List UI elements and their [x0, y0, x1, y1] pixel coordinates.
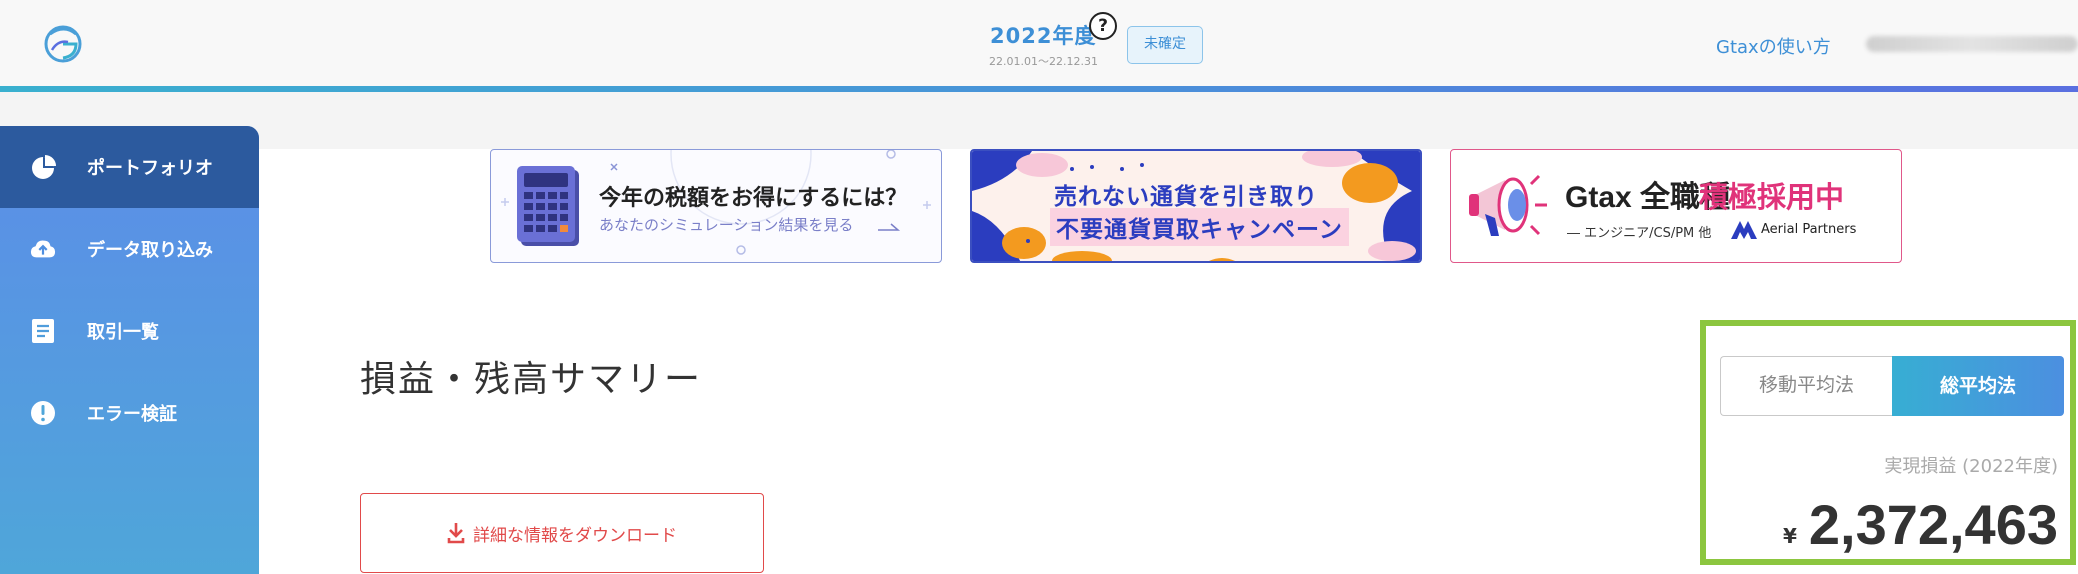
banner-title: 売れない通貨を引き取り [1054, 184, 1318, 210]
sidebar-item-label: ポートフォリオ [87, 158, 213, 179]
sidebar-item-error-check[interactable]: エラー検証 [0, 372, 259, 454]
fiscal-year-selector[interactable]: 2022年度 [990, 20, 1096, 50]
sidebar-item-label: データ取り込み [87, 240, 213, 261]
header-strip [0, 92, 2078, 149]
sidebar-item-label: 取引一覧 [87, 322, 159, 343]
help-icon[interactable]: ? [1089, 12, 1117, 40]
method-moving-average-button[interactable]: 移動平均法 [1720, 356, 1892, 416]
exclamation-icon [30, 400, 56, 426]
sidebar-item-transactions[interactable]: 取引一覧 [0, 290, 259, 372]
sidebar-item-label: エラー検証 [87, 404, 177, 425]
sidebar: ポートフォリオ データ取り込み 取引一覧 エラー検証 [0, 126, 259, 574]
banner-partner: Aerial Partners [1761, 222, 1857, 237]
aerial-partners-logo-icon [1731, 221, 1757, 239]
banner-roles: ― エンジニア/CS/PM 他 [1567, 226, 1712, 241]
cloud-upload-icon [30, 236, 56, 262]
howto-link[interactable]: Gtaxの使い方 [1716, 33, 1831, 59]
banner-subtitle: あなたのシミュレーション結果を見る [599, 216, 854, 234]
currency-symbol: ¥ [1783, 524, 1797, 548]
list-document-icon [30, 318, 56, 344]
status-badge[interactable]: 未確定 [1127, 26, 1203, 64]
fiscal-period: 22.01.01〜22.12.31 [989, 55, 1098, 68]
method-total-average-button[interactable]: 総平均法 [1892, 356, 2064, 416]
pie-chart-icon [30, 154, 56, 180]
top-header: 2022年度 ? 22.01.01〜22.12.31 未確定 Gtaxの使い方 [0, 0, 2078, 86]
page-title: 損益・残高サマリー [360, 359, 703, 400]
banner-recruiting[interactable]: Gtax 全職種 積極採用中 ― エンジニア/CS/PM 他 Aerial Pa… [1450, 149, 1902, 263]
download-icon [447, 523, 465, 544]
megaphone-icon [1469, 174, 1547, 236]
user-email-redacted[interactable] [1866, 36, 2078, 52]
calculator-icon [517, 166, 579, 246]
realized-pnl-label: 実現損益 (2022年度) [1884, 456, 2058, 477]
download-details-button[interactable]: 詳細な情報をダウンロード [360, 493, 764, 573]
banner-subtitle: 不要通貨買取キャンペーン [1050, 208, 1349, 246]
banner-currency-buyback[interactable]: 売れない通貨を引き取り 不要通貨買取キャンペーン [970, 149, 1422, 263]
banner-highlight: 積極採用中 [1699, 180, 1845, 214]
sidebar-item-portfolio[interactable]: ポートフォリオ [0, 126, 259, 208]
banner-title: 今年の税額をお得にするには？ [599, 186, 908, 211]
banner-tax-simulation[interactable]: 今年の税額をお得にするには？ あなたのシミュレーション結果を見る [490, 149, 942, 263]
realized-pnl-value: 2,372,463 [1808, 493, 2058, 556]
realized-pnl-card: 移動平均法 総平均法 実現損益 (2022年度) ¥ 2,372,463 [1700, 320, 2076, 565]
download-button-label: 詳細な情報をダウンロード [473, 525, 677, 546]
sidebar-item-data-import[interactable]: データ取り込み [0, 208, 259, 290]
gtax-logo-icon[interactable] [40, 20, 86, 66]
